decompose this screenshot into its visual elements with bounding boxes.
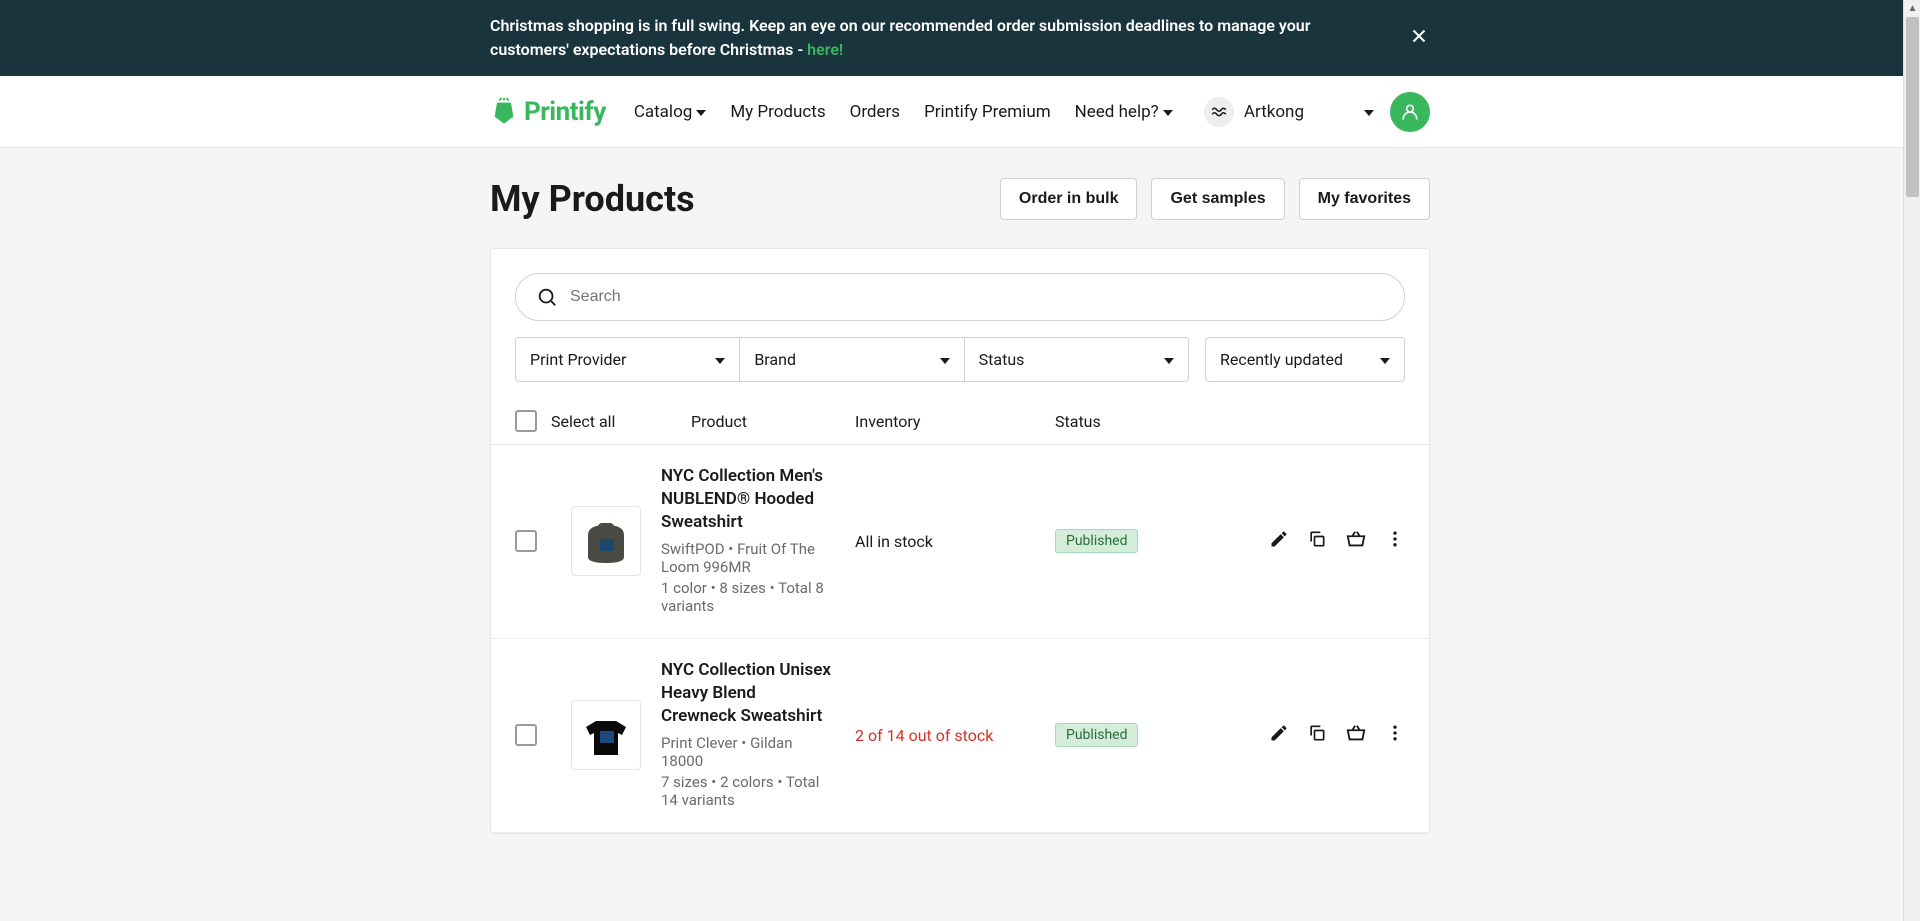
scrollbar-thumb[interactable]: [1906, 17, 1919, 197]
banner-text-pre: Christmas shopping is in full swing. Kee…: [490, 16, 1310, 59]
nav-orders-label: Orders: [850, 102, 900, 122]
store-selector[interactable]: Artkong: [1204, 97, 1374, 127]
row-checkbox[interactable]: [515, 724, 537, 746]
main-content: My Products Order in bulk Get samples My…: [0, 148, 1920, 834]
scroll-up-icon[interactable]: ▲: [1904, 0, 1920, 17]
col-product-header: Product: [691, 412, 855, 431]
store-platform-icon: [1204, 97, 1234, 127]
table-header: Select all Product Inventory Status: [491, 398, 1429, 445]
scrollbar[interactable]: ▲: [1903, 0, 1920, 921]
filter-print-provider[interactable]: Print Provider: [515, 337, 740, 382]
more-icon[interactable]: [1385, 529, 1405, 553]
product-meta-variants: 7 sizes • 2 colors • Total 14 variants: [661, 773, 835, 809]
chevron-down-icon: [1163, 110, 1173, 116]
nav-catalog[interactable]: Catalog: [634, 102, 707, 122]
store-name: Artkong: [1244, 102, 1304, 122]
nav-premium-label: Printify Premium: [924, 102, 1051, 122]
basket-icon[interactable]: [1345, 722, 1367, 748]
nav-need-help[interactable]: Need help?: [1075, 102, 1173, 122]
product-thumbnail[interactable]: [571, 506, 641, 576]
status-badge: Published: [1055, 723, 1138, 747]
product-name[interactable]: NYC Collection Men's NUBLEND® Hooded Swe…: [661, 465, 835, 534]
products-panel: Print Provider Brand Status Recently upd…: [490, 248, 1430, 834]
product-row: NYC Collection Men's NUBLEND® Hooded Swe…: [491, 445, 1429, 639]
banner-text: Christmas shopping is in full swing. Kee…: [490, 14, 1388, 62]
nav-my-products[interactable]: My Products: [730, 102, 825, 122]
filter-brand[interactable]: Brand: [740, 337, 964, 382]
search-wrap: [515, 273, 1405, 321]
filter-status[interactable]: Status: [965, 337, 1189, 382]
chevron-down-icon: [1364, 110, 1374, 116]
inventory-cell: 2 of 14 out of stock: [855, 726, 1055, 745]
product-meta-variants: 1 color • 8 sizes • Total 8 variants: [661, 579, 835, 615]
profile-button[interactable]: [1390, 92, 1430, 132]
search-input[interactable]: [570, 288, 1384, 306]
nav-need-help-label: Need help?: [1075, 102, 1159, 122]
logo-text: Printify: [524, 97, 606, 127]
main-nav: Catalog My Products Orders Printify Prem…: [634, 102, 1173, 122]
duplicate-icon[interactable]: [1307, 529, 1327, 553]
basket-icon[interactable]: [1345, 528, 1367, 554]
nav-my-products-label: My Products: [730, 102, 825, 122]
product-meta-provider: Print Clever • Gildan 18000: [661, 734, 835, 770]
sort-label: Recently updated: [1220, 350, 1343, 369]
order-in-bulk-button[interactable]: Order in bulk: [1000, 178, 1138, 220]
more-icon[interactable]: [1385, 723, 1405, 747]
filter-print-provider-label: Print Provider: [530, 350, 626, 369]
duplicate-icon[interactable]: [1307, 723, 1327, 747]
status-badge: Published: [1055, 529, 1138, 553]
chevron-down-icon: [1380, 358, 1390, 364]
edit-icon[interactable]: [1269, 723, 1289, 747]
inventory-cell: All in stock: [855, 532, 1055, 551]
nav-orders[interactable]: Orders: [850, 102, 900, 122]
nav-premium[interactable]: Printify Premium: [924, 102, 1051, 122]
filter-status-label: Status: [979, 350, 1025, 369]
banner-link[interactable]: here!: [807, 40, 843, 59]
select-all-checkbox[interactable]: [515, 410, 537, 432]
col-status-header: Status: [1055, 412, 1255, 431]
product-name[interactable]: NYC Collection Unisex Heavy Blend Crewne…: [661, 659, 835, 728]
filter-brand-label: Brand: [754, 350, 796, 369]
announcement-banner: Christmas shopping is in full swing. Kee…: [0, 0, 1920, 76]
chevron-down-icon: [940, 358, 950, 364]
main-header: Printify Catalog My Products Orders Prin…: [0, 76, 1920, 148]
chevron-down-icon: [715, 358, 725, 364]
product-thumbnail[interactable]: [571, 700, 641, 770]
my-favorites-button[interactable]: My favorites: [1299, 178, 1430, 220]
row-checkbox[interactable]: [515, 530, 537, 552]
product-meta-provider: SwiftPOD • Fruit Of The Loom 996MR: [661, 540, 835, 576]
select-all-label: Select all: [551, 412, 691, 431]
printify-logo[interactable]: Printify: [490, 97, 606, 127]
col-inventory-header: Inventory: [855, 412, 1055, 431]
edit-icon[interactable]: [1269, 529, 1289, 553]
product-row: NYC Collection Unisex Heavy Blend Crewne…: [491, 639, 1429, 833]
nav-catalog-label: Catalog: [634, 102, 693, 122]
close-icon[interactable]: [1408, 25, 1430, 51]
sort-select[interactable]: Recently updated: [1205, 337, 1405, 382]
page-title: My Products: [490, 178, 695, 220]
get-samples-button[interactable]: Get samples: [1151, 178, 1284, 220]
chevron-down-icon: [696, 110, 706, 116]
chevron-down-icon: [1164, 358, 1174, 364]
search-icon: [536, 286, 558, 308]
